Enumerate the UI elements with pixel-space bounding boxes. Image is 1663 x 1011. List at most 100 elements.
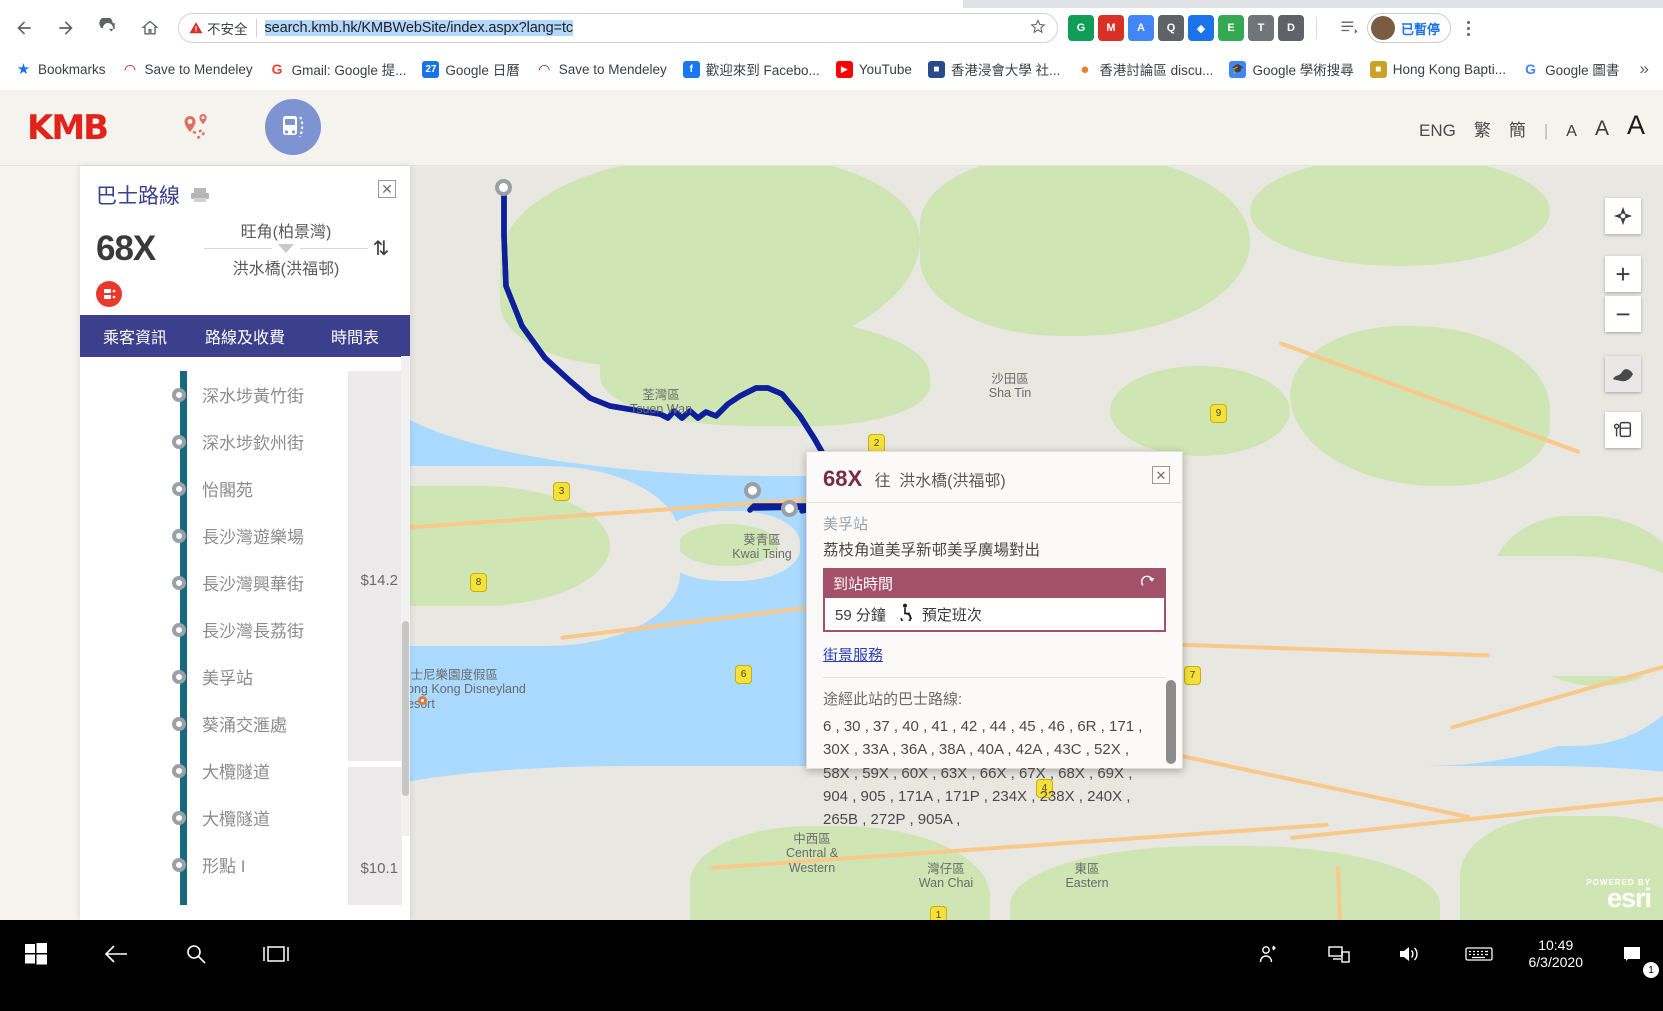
list-item[interactable]: 大欖隧道 <box>80 794 410 841</box>
printer-icon[interactable] <box>190 187 210 203</box>
kebab-menu-icon[interactable] <box>1455 20 1481 36</box>
task-view-button[interactable] <box>256 934 296 974</box>
taskbar-clock[interactable]: 10:49 6/3/2020 <box>1529 937 1584 972</box>
ext-gray2-icon[interactable]: T <box>1248 15 1274 41</box>
notification-icon[interactable]: 1 <box>1613 934 1659 978</box>
stop-name: 大欖隧道 <box>202 810 270 829</box>
bookmark-item[interactable]: ■ 香港浸會大學 社... <box>921 55 1068 83</box>
active-tab[interactable] <box>0 0 963 8</box>
bookmark-item[interactable]: G Gmail: Google 提... <box>262 55 414 83</box>
bookmark-item[interactable]: 🎓 Google 學術搜尋 <box>1222 55 1360 83</box>
address-bar[interactable]: 不安全 search.kmb.hk/KMBWebSite/index.aspx?… <box>178 13 1058 43</box>
list-item[interactable]: 怡閣苑 <box>80 465 410 512</box>
forward-arrow-icon[interactable] <box>48 10 84 46</box>
bookmarks-overflow-icon[interactable]: » <box>1640 59 1655 79</box>
compass-icon[interactable] <box>1605 198 1641 234</box>
list-item[interactable]: 美孚站 <box>80 653 410 700</box>
star-icon[interactable] <box>1029 17 1047 40</box>
highway-shield: 9 <box>1210 404 1227 423</box>
eta-row: 59 分鐘 預定班次 <box>823 598 1166 632</box>
back-arrow-icon[interactable] <box>6 10 42 46</box>
ext-green-icon[interactable]: G <box>1068 15 1094 41</box>
direction-divider <box>204 244 368 253</box>
lang-eng[interactable]: ENG <box>1419 121 1456 141</box>
list-item[interactable]: 深水埗黃竹街 <box>80 371 410 418</box>
stop-name: 長沙灣遊樂場 <box>202 528 304 547</box>
bookmark-item[interactable]: ● 香港討論區 discu... <box>1069 55 1220 83</box>
popup-route-number: 68X <box>823 466 863 491</box>
font-size-medium[interactable]: A <box>1595 117 1609 141</box>
stop-list[interactable]: $14.2 $10.1 $4.3 深水埗黃竹街 深水埗欽州街 <box>80 357 410 905</box>
popup-scrollbar[interactable] <box>1166 680 1176 764</box>
keyboard-icon[interactable] <box>1459 934 1499 974</box>
start-button[interactable] <box>16 934 56 974</box>
list-item[interactable]: 形點 I <box>80 841 410 888</box>
lang-simplified[interactable]: 簡 <box>1509 116 1526 141</box>
ext-red-icon[interactable]: M <box>1098 15 1124 41</box>
scrollbar-thumb[interactable] <box>402 621 409 796</box>
bookmark-item[interactable]: 27 Google 日曆 <box>415 55 526 83</box>
bookmark-label: Save to Mendeley <box>144 61 253 77</box>
stop-name: 長沙灣長荔街 <box>202 622 304 641</box>
map-stop-marker[interactable] <box>781 500 798 517</box>
tab-passenger-info[interactable]: 乘客資訊 <box>80 315 190 357</box>
tab-route-and-fare[interactable]: 路線及收費 <box>190 315 300 357</box>
panel-close-button[interactable]: ✕ <box>378 180 396 198</box>
popup-close-button[interactable]: ✕ <box>1152 466 1170 484</box>
ext-gray3-icon[interactable]: D <box>1278 15 1304 41</box>
map-stop-marker[interactable] <box>744 482 761 499</box>
mendeley-icon: ◠ <box>535 60 553 78</box>
list-item[interactable]: 長沙灣長荔街 <box>80 606 410 653</box>
reload-icon[interactable] <box>90 10 126 46</box>
popup-stop-address: 荔枝角道美孚新邨美孚廣場對出 <box>823 542 1041 559</box>
zoom-out-icon[interactable]: − <box>1605 296 1641 332</box>
scrollbar-thumb[interactable] <box>1166 680 1176 764</box>
reading-list-icon[interactable] <box>1331 10 1367 46</box>
tab-timetable[interactable]: 時間表 <box>300 315 410 357</box>
bookmark-item[interactable]: G Google 圖書 <box>1515 55 1626 83</box>
font-size-small[interactable]: A <box>1566 123 1577 141</box>
bookmark-item[interactable]: ■ Hong Kong Bapti... <box>1363 57 1513 82</box>
bookmark-item[interactable]: ◠ Save to Mendeley <box>529 57 674 82</box>
map-poi-marker[interactable] <box>418 696 427 705</box>
profile-button[interactable]: 已暫停 <box>1367 13 1452 43</box>
list-item[interactable]: 長沙灣遊樂場 <box>80 512 410 559</box>
map-stop-marker[interactable] <box>495 179 512 196</box>
ext-green2-icon[interactable]: E <box>1218 15 1244 41</box>
lang-traditional[interactable]: 繁 <box>1474 116 1491 141</box>
ext-blue2-icon[interactable]: ◆ <box>1188 15 1214 41</box>
refresh-icon[interactable] <box>1138 572 1156 594</box>
list-item[interactable]: 長沙灣興華街 <box>80 559 410 606</box>
bookmark-item[interactable]: ◠ Save to Mendeley <box>115 57 260 82</box>
bookmark-item[interactable]: f 歡迎來到 Facebo... <box>676 55 827 83</box>
stop-marker <box>172 669 186 684</box>
basemap-icon[interactable] <box>1605 356 1641 392</box>
list-item[interactable]: 大欖隧道 <box>80 747 410 794</box>
network-icon[interactable] <box>1319 934 1359 974</box>
search-button[interactable] <box>176 934 216 974</box>
bus-stop-layer-icon[interactable] <box>1605 412 1641 448</box>
panel-scrollbar[interactable] <box>401 356 410 836</box>
volume-icon[interactable] <box>1389 934 1429 974</box>
list-item[interactable]: 葵涌交滙處 <box>80 700 410 747</box>
zoom-in-icon[interactable]: + <box>1605 256 1641 292</box>
back-button[interactable] <box>96 934 136 974</box>
swap-direction-icon[interactable]: ⇅ <box>368 236 394 261</box>
popup-destination: 洪水橋(洪福邨) <box>899 473 1006 490</box>
kmb-logo[interactable]: KMB <box>27 108 109 148</box>
home-icon[interactable] <box>132 10 168 46</box>
people-icon[interactable] <box>1249 934 1289 974</box>
passing-routes-list[interactable]: 6 , 30 , 37 , 40 , 41 , 42 , 44 , 45 , 4… <box>823 715 1166 831</box>
windows-taskbar: 10:49 6/3/2020 1 <box>0 920 1663 1011</box>
bookmark-item[interactable]: ▶ YouTube <box>829 57 919 82</box>
street-view-link[interactable]: 街景服務 <box>823 644 1166 665</box>
bookmark-item[interactable]: ★ Bookmarks <box>8 57 113 82</box>
font-size-large[interactable]: A <box>1627 110 1645 141</box>
ext-blue-icon[interactable]: A <box>1128 15 1154 41</box>
ext-gray-icon[interactable]: Q <box>1158 15 1184 41</box>
avatar <box>1371 16 1395 40</box>
bus-route-icon[interactable] <box>265 99 321 155</box>
route-planner-icon[interactable] <box>168 99 224 155</box>
list-item[interactable]: 深水埗欽州街 <box>80 418 410 465</box>
url-text[interactable]: search.kmb.hk/KMBWebSite/index.aspx?lang… <box>264 20 573 36</box>
